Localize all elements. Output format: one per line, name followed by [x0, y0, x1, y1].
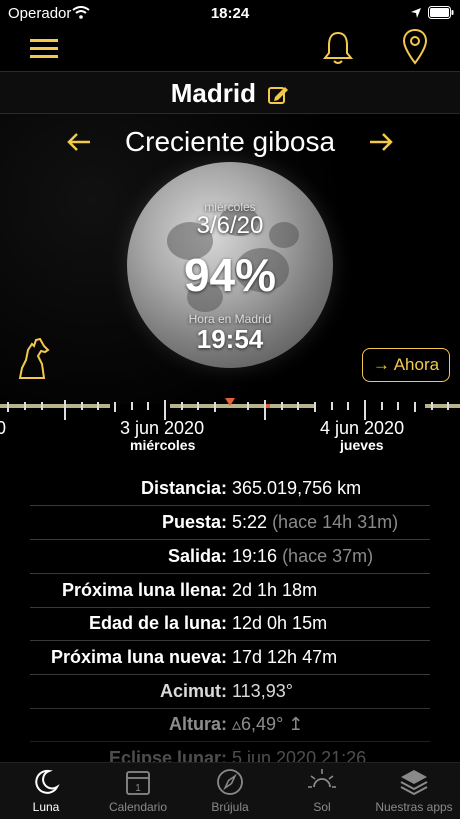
city-bar[interactable]: Madrid — [0, 72, 460, 114]
calendar-icon: 1 — [126, 771, 150, 795]
timeline-day-2: jueves — [340, 437, 384, 453]
timeline-scrubber[interactable]: 0 3 jun 2020 miércoles 4 jun 2020 jueves — [0, 398, 460, 458]
location-arrow-icon — [411, 8, 421, 18]
city-name[interactable]: Madrid — [0, 78, 460, 109]
row-azimuth: Acimut: 113,93° — [30, 675, 430, 709]
timeline-partial-date: 0 — [0, 418, 7, 438]
row-moon-age: Edad de la luna: 12d 0h 15m — [30, 607, 430, 641]
row-moonrise: Salida: 19:16 (hace 37m) — [30, 540, 430, 574]
battery-icon — [428, 6, 454, 19]
tab-calendar[interactable]: 1 Calendario — [92, 767, 184, 814]
top-toolbar — [0, 28, 460, 72]
row-distance: Distancia: 365.019,756 km — [30, 472, 430, 506]
timeline-day-1: miércoles — [130, 437, 196, 453]
row-moonset: Puesta: 5:22 (hace 14h 31m) — [30, 506, 430, 540]
moon-date: 3/6/20 — [196, 212, 264, 239]
arrow-right-icon[interactable] — [368, 132, 394, 152]
wolf-icon[interactable] — [14, 336, 52, 382]
clock: 18:24 — [210, 5, 250, 22]
compass-icon — [217, 769, 243, 795]
edit-icon[interactable] — [267, 84, 289, 106]
layers-icon — [400, 770, 428, 796]
tab-bar: Luna 1 Calendario Brújula Sol Nuestras a… — [0, 762, 460, 819]
timeline-date-2: 4 jun 2020 — [320, 418, 405, 438]
tab-moon[interactable]: Luna — [0, 767, 92, 814]
moon-illumination: 94% — [183, 249, 277, 301]
sun-icon — [308, 769, 336, 788]
hamburger-icon[interactable] — [30, 38, 60, 60]
map-pin-icon[interactable] — [402, 28, 428, 66]
row-next-new-moon: Próxima luna nueva: 17d 12h 47m — [30, 641, 430, 675]
phase-row: Creciente gibosa — [0, 122, 460, 162]
moon-icon — [35, 769, 60, 794]
bell-icon[interactable] — [322, 30, 354, 66]
now-button[interactable]: → Ahora — [362, 348, 450, 382]
row-next-full-moon: Próxima luna llena: 2d 1h 18m — [30, 574, 430, 608]
svg-text:1: 1 — [135, 783, 141, 794]
tab-our-apps[interactable]: Nuestras apps — [368, 767, 460, 814]
tab-sun[interactable]: Sol — [276, 767, 368, 814]
timeline-date-1: 3 jun 2020 — [120, 418, 205, 438]
tab-compass[interactable]: Brújula — [184, 767, 276, 814]
status-bar: Operador 18:24 — [0, 0, 460, 28]
row-altitude: Altura: ▵6,49° ↥ — [30, 708, 430, 742]
